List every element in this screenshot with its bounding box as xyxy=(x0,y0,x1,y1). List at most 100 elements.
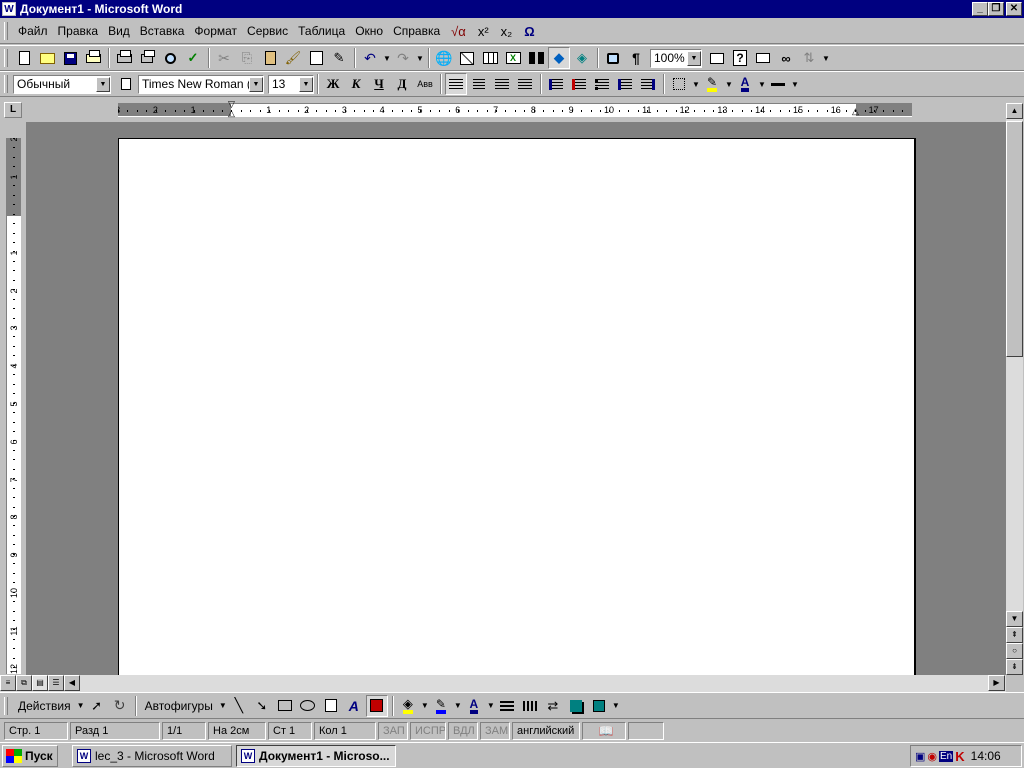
redo-button[interactable]: ↷ xyxy=(392,47,414,69)
arrow-button[interactable]: ➘ xyxy=(251,695,273,717)
font-color-dropdown-arrow[interactable]: ▼ xyxy=(757,80,767,89)
status-overtype[interactable]: ЗАМ xyxy=(480,722,510,740)
show-marks-button[interactable]: ¶ xyxy=(625,47,647,69)
highlight-dropdown-arrow[interactable]: ▼ xyxy=(724,80,734,89)
scroll-up-button[interactable]: ▲ xyxy=(1006,103,1023,119)
minimize-button[interactable]: _ xyxy=(972,2,988,16)
antivirus-tray-icon[interactable]: ◉ xyxy=(927,750,937,763)
taskbar-item-document1[interactable]: W Документ1 - Microso... xyxy=(236,744,396,767)
toolbar-overflow-arrow[interactable]: ▼ xyxy=(790,80,800,89)
bold-button[interactable]: Ж xyxy=(322,73,344,95)
menu-grip[interactable] xyxy=(4,22,8,40)
align-left-button[interactable] xyxy=(445,73,467,95)
insert-table-button[interactable] xyxy=(479,47,501,69)
chevron-down-icon[interactable]: ▼ xyxy=(687,50,701,66)
language-indicator[interactable]: En xyxy=(939,750,954,762)
text-box-button[interactable] xyxy=(320,695,342,717)
dash-style-button[interactable] xyxy=(519,695,541,717)
fill-color-dropdown-arrow[interactable]: ▼ xyxy=(420,701,430,710)
line-style-button[interactable] xyxy=(496,695,518,717)
status-record-macro[interactable]: ЗАП xyxy=(378,722,408,740)
superscript-icon[interactable]: x² xyxy=(472,24,495,39)
font-combo[interactable]: Times New Roman (Ct ▼ xyxy=(138,74,264,94)
more-buttons[interactable]: ⇅ xyxy=(798,47,820,69)
hyperlink-button[interactable]: 🌐 xyxy=(433,47,455,69)
highlight-button[interactable]: ✎ xyxy=(701,73,723,95)
print-preview-button[interactable] xyxy=(136,47,158,69)
menu-insert[interactable]: Вставка xyxy=(135,24,190,38)
rectangle-button[interactable] xyxy=(274,695,296,717)
insert-excel-button[interactable]: X xyxy=(502,47,524,69)
toolbar-overflow-arrow[interactable]: ▼ xyxy=(611,701,621,710)
3d-button[interactable] xyxy=(588,695,610,717)
font-color-button[interactable]: A xyxy=(734,73,756,95)
menu-format[interactable]: Формат xyxy=(189,24,242,38)
scroll-right-button[interactable]: ▶ xyxy=(988,675,1005,691)
app-tray-icon[interactable]: K xyxy=(955,749,964,764)
status-language[interactable]: английский xyxy=(512,722,580,740)
increase-indent-button[interactable] xyxy=(637,73,659,95)
align-right-button[interactable] xyxy=(491,73,513,95)
equation-icon[interactable]: √α xyxy=(445,24,472,39)
document-page[interactable] xyxy=(118,138,914,675)
web-view-button[interactable]: ⧉ xyxy=(16,675,32,691)
menu-window[interactable]: Окно xyxy=(350,24,388,38)
clipboard-button[interactable] xyxy=(305,47,327,69)
oval-button[interactable] xyxy=(297,695,319,717)
right-indent-marker[interactable]: △ xyxy=(851,107,860,117)
tab-selector[interactable]: L xyxy=(4,102,22,118)
clock[interactable]: 14:06 xyxy=(971,749,1001,763)
word-app-icon[interactable]: W xyxy=(2,2,16,16)
draw-font-color-button[interactable]: A xyxy=(463,695,485,717)
underline-button[interactable]: Ч xyxy=(368,73,390,95)
bullets-button[interactable] xyxy=(591,73,613,95)
print-button[interactable] xyxy=(113,47,135,69)
free-rotate-button[interactable]: ↻ xyxy=(109,695,131,717)
drawing-button[interactable]: ◆ xyxy=(548,47,570,69)
chevron-down-icon[interactable]: ▼ xyxy=(218,701,228,710)
browse-object-button[interactable]: ○ xyxy=(1006,643,1023,659)
tables-borders-button[interactable] xyxy=(456,47,478,69)
new-document-button[interactable] xyxy=(13,47,35,69)
draw-actions-menu[interactable]: Действия xyxy=(13,699,76,713)
small-caps-button[interactable]: Авв xyxy=(414,73,436,95)
font-color-dropdown-arrow[interactable]: ▼ xyxy=(486,701,496,710)
line-color-dropdown-arrow[interactable]: ▼ xyxy=(453,701,463,710)
open-button[interactable] xyxy=(36,47,58,69)
chevron-down-icon[interactable]: ▼ xyxy=(96,76,110,92)
undo-dropdown-arrow[interactable]: ▼ xyxy=(382,54,392,63)
autoshapes-menu[interactable]: Автофигуры xyxy=(140,699,218,713)
network-tray-icon[interactable]: ▣ xyxy=(915,750,925,763)
undo-button[interactable]: ↶ xyxy=(359,47,381,69)
numbering-button[interactable] xyxy=(545,73,567,95)
status-page[interactable]: Стр. 1 xyxy=(4,722,68,740)
zoom-window-button[interactable] xyxy=(602,47,624,69)
close-button[interactable]: ✕ xyxy=(1006,2,1022,16)
shadow-button[interactable] xyxy=(565,695,587,717)
menu-tools[interactable]: Сервис xyxy=(242,24,293,38)
chevron-down-icon[interactable]: ▼ xyxy=(249,76,263,92)
insert-picture-button[interactable] xyxy=(365,694,388,717)
save-button[interactable] xyxy=(59,47,81,69)
justify-button[interactable] xyxy=(514,73,536,95)
borders-dropdown-arrow[interactable]: ▼ xyxy=(691,80,701,89)
menu-table[interactable]: Таблица xyxy=(293,24,350,38)
taskbar-item-lec3[interactable]: W lec_3 - Microsoft Word xyxy=(72,744,232,767)
redo-dropdown-arrow[interactable]: ▼ xyxy=(415,54,425,63)
first-line-indent-marker[interactable]: ▽ △ xyxy=(227,100,236,120)
line-button[interactable]: ╲ xyxy=(228,695,250,717)
numbering-red-button[interactable] xyxy=(568,73,590,95)
paste-button[interactable] xyxy=(259,47,281,69)
menu-file[interactable]: Файл xyxy=(13,24,53,38)
scroll-down-button[interactable]: ▼ xyxy=(1006,611,1023,627)
toolbar-grip[interactable] xyxy=(4,75,8,93)
zoom-combo[interactable]: 100% ▼ xyxy=(650,48,702,68)
font-size-combo[interactable]: 13 ▼ xyxy=(268,74,314,94)
scroll-left-button[interactable]: ◀ xyxy=(64,675,80,691)
vertical-scrollbar[interactable]: ▲ ▼ ⇞ ○ ⇟ xyxy=(1006,103,1023,675)
status-track-changes[interactable]: ИСПР xyxy=(410,722,446,740)
horizontal-scrollbar[interactable]: ≡ ⧉ ▤ ☰ ◀ ▶ xyxy=(0,675,1006,692)
preview-button[interactable] xyxy=(159,47,181,69)
status-spelling[interactable]: 📖 xyxy=(582,722,626,740)
select-objects-button[interactable]: ➚ xyxy=(86,695,108,717)
